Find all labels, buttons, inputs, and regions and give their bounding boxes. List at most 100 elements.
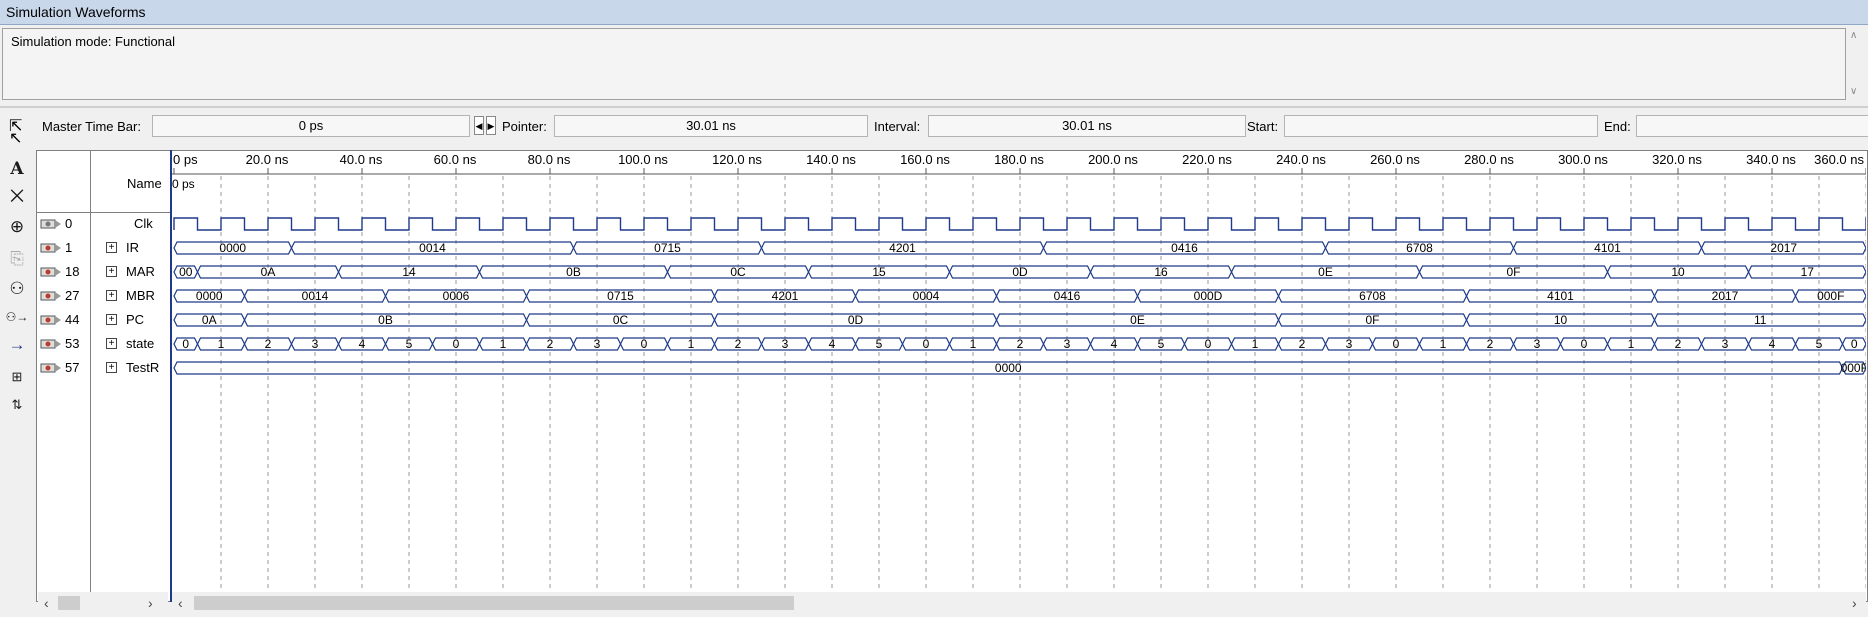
bus-value: 0F <box>1506 265 1520 279</box>
bus-value: 0 <box>1393 337 1400 351</box>
bus-value: 14 <box>402 265 416 279</box>
wave-scroll-right-icon[interactable]: › <box>1852 595 1857 611</box>
waveform-scroll-thumb[interactable] <box>194 596 794 610</box>
prev-transition-icon[interactable]: ◀ <box>474 116 484 135</box>
bus-value: 0E <box>1130 313 1145 327</box>
signal-row-name[interactable]: + IR <box>96 238 170 258</box>
time-tick-label: 20.0 ns <box>246 152 289 167</box>
column-divider <box>90 150 91 602</box>
scroll-right-icon[interactable]: › <box>148 595 153 611</box>
pointer-field: 30.01 ns <box>554 115 868 137</box>
signal-name: MAR <box>126 264 155 279</box>
bus-value: 2 <box>1487 337 1494 351</box>
signal-row-id[interactable]: 57 <box>38 358 90 378</box>
expand-icon[interactable]: + <box>106 314 117 325</box>
scroll-up-icon[interactable]: ∧ <box>1850 30 1857 41</box>
time-tick-label: 280.0 ns <box>1464 152 1514 167</box>
bus-value: 0 <box>923 337 930 351</box>
bus-value: 000F <box>1817 289 1844 303</box>
bus-value: 4 <box>1769 337 1776 351</box>
bus-value: 1 <box>1252 337 1259 351</box>
bus-value: 2 <box>1299 337 1306 351</box>
signal-row-name[interactable]: + state <box>96 334 170 354</box>
bus-value: 0000 <box>995 361 1022 375</box>
time-bar-toolbar: ⇱ Master Time Bar: 0 ps ◀ ▶ Pointer: 30.… <box>0 113 1868 139</box>
signal-row-id[interactable]: 1 <box>38 238 90 258</box>
selection-tool-icon[interactable]: ↖ <box>9 128 22 148</box>
next-transition-icon[interactable]: ▶ <box>486 116 496 135</box>
goto-icon[interactable]: → <box>5 333 29 357</box>
zoom-tool-icon[interactable]: ⊕ <box>5 215 29 239</box>
waveform-display[interactable]: 0 ps 20.0 ns 40.0 ns 60.0 ns 80.0 ns 100.0 ns… <box>170 150 1866 590</box>
wave-scroll-left-icon[interactable]: ‹ <box>178 595 183 611</box>
bus-value: 3 <box>594 337 601 351</box>
signal-row-id[interactable]: 0 <box>38 214 90 234</box>
signal-row-name[interactable]: Clk <box>96 214 170 234</box>
simulation-mode-box: Simulation mode: Functional <box>2 28 1846 100</box>
replace-icon[interactable]: ⚇→ <box>5 305 29 329</box>
end-field[interactable] <box>1636 115 1868 137</box>
signal-row-name[interactable]: + MAR <box>96 262 170 282</box>
expand-icon[interactable]: + <box>106 242 117 253</box>
copy-icon[interactable]: ⎘ <box>5 247 29 271</box>
scroll-down-icon[interactable]: ∨ <box>1850 86 1857 97</box>
bus-value: 10 <box>1671 265 1685 279</box>
time-tick-label: 180.0 ns <box>994 152 1044 167</box>
signal-row-id[interactable]: 18 <box>38 262 90 282</box>
master-time-bar-field[interactable]: 0 ps <box>152 115 470 137</box>
time-tick-label: 80.0 ns <box>528 152 571 167</box>
bus-value: 4201 <box>889 241 916 255</box>
bus-value: 1 <box>1628 337 1635 351</box>
signal-row-id[interactable]: 53 <box>38 334 90 354</box>
bus-value: 1 <box>970 337 977 351</box>
bus-value: 2 <box>1675 337 1682 351</box>
bus-value: 000D <box>1194 289 1223 303</box>
bus-value: 5 <box>876 337 883 351</box>
bus-value: 0416 <box>1171 241 1198 255</box>
expand-icon[interactable]: + <box>106 338 117 349</box>
divider <box>0 106 1868 108</box>
simulation-mode-text: Simulation mode: Functional <box>11 34 176 49</box>
bus-value: 3 <box>1346 337 1353 351</box>
bus-value: 2017 <box>1712 289 1739 303</box>
time-tick-label: 320.0 ns <box>1652 152 1702 167</box>
bus-value: 15 <box>872 265 886 279</box>
find-icon[interactable]: ⚇ <box>5 277 29 301</box>
start-label: Start: <box>1247 119 1279 134</box>
signal-row-name[interactable]: + MBR <box>96 286 170 306</box>
sort-icon[interactable]: ⇅ <box>5 393 29 417</box>
input-pin-icon <box>40 219 61 229</box>
window-title-bar: Simulation Waveforms <box>0 0 1868 25</box>
bus-value: 3 <box>312 337 319 351</box>
expand-icon[interactable]: + <box>106 362 117 373</box>
master-time-bar-label: Master Time Bar: <box>42 119 141 134</box>
output-pin-icon <box>40 339 61 349</box>
snap-to-grid-icon[interactable]: ⊞ <box>5 365 29 389</box>
bus-value: 0A <box>261 265 276 279</box>
signal-name: TestR <box>126 360 160 375</box>
name-scroll-thumb[interactable] <box>58 596 80 610</box>
bus-value: 0 <box>1851 337 1858 351</box>
expand-icon[interactable]: + <box>106 290 117 301</box>
output-pin-icon <box>40 291 61 301</box>
expand-icon[interactable]: + <box>106 266 117 277</box>
bus-value: 0A <box>202 313 217 327</box>
text-tool-icon[interactable]: A <box>5 157 29 181</box>
signal-row-id[interactable]: 44 <box>38 310 90 330</box>
waveform-editing-icon[interactable]: ⨉ <box>5 185 29 209</box>
bus-value: 6708 <box>1359 289 1386 303</box>
signal-row-id[interactable]: 27 <box>38 286 90 306</box>
time-tick-label: 100.0 ns <box>618 152 668 167</box>
bus-value: 4101 <box>1594 241 1621 255</box>
signal-row-name[interactable]: + TestR <box>96 358 170 378</box>
signal-row-name[interactable]: + PC <box>96 310 170 330</box>
mode-scrollbar[interactable]: ∧ ∨ <box>1846 28 1866 100</box>
signal-index: 27 <box>65 288 80 303</box>
bus-value: 0D <box>1012 265 1028 279</box>
bus-value: 3 <box>1064 337 1071 351</box>
bus-value: 0000 <box>196 289 223 303</box>
start-field[interactable] <box>1284 115 1598 137</box>
output-pin-icon <box>40 363 61 373</box>
scroll-left-icon[interactable]: ‹ <box>44 595 49 611</box>
bus-value: 0014 <box>302 289 329 303</box>
